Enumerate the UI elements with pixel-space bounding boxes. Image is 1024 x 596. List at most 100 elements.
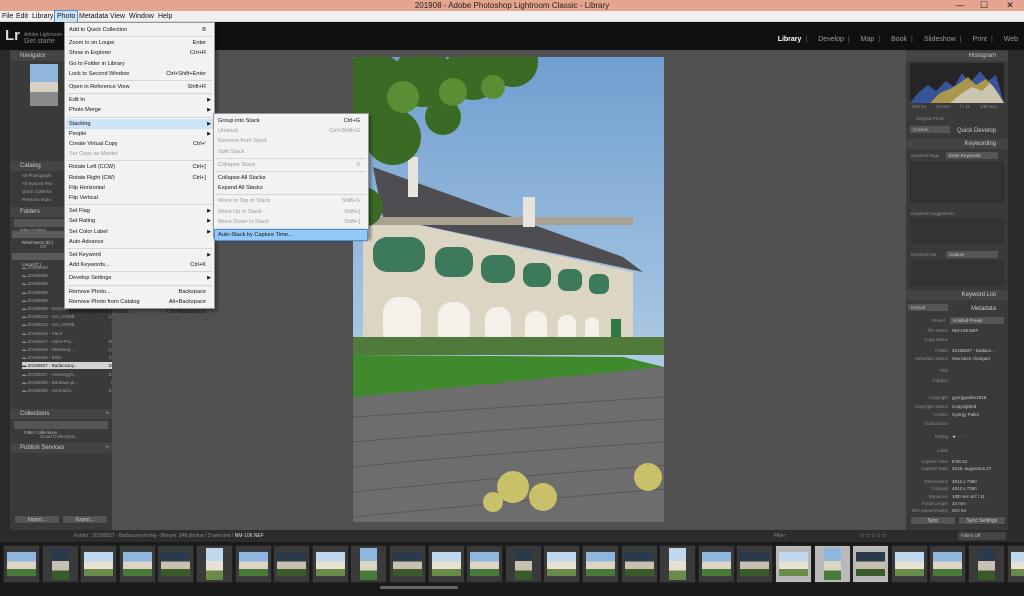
catalog-item[interactable]: All Photograph xyxy=(22,172,52,179)
metadata-value[interactable]: ISO 64 xyxy=(952,508,966,513)
menu-item-set-keyword[interactable]: Set Keyword ▶ xyxy=(66,250,213,260)
menu-item-set-rating[interactable]: Set Rating ▶ xyxy=(66,216,213,226)
module-slideshow[interactable]: Slideshow xyxy=(924,36,956,43)
menu-item-delete-rejected-photos[interactable]: Delete Rejected Photos... Ctrl+Backspace xyxy=(66,307,213,317)
module-book[interactable]: Book xyxy=(891,36,907,43)
maximize-button[interactable]: ☐ xyxy=(972,0,996,11)
filmstrip-thumbnail[interactable] xyxy=(852,545,890,583)
module-map[interactable]: Map xyxy=(861,36,875,43)
filmstrip-thumbnail[interactable] xyxy=(80,545,118,583)
menu-item-go-to-folder-in-library[interactable]: Go to Folder in Library xyxy=(66,59,213,69)
filmstrip-thumbnail[interactable] xyxy=(620,545,658,583)
right-panel-toggle[interactable] xyxy=(1008,50,1024,530)
folder-row[interactable]: ▬ 20190827 - Badacsony...348 xyxy=(22,362,118,370)
metadata-header[interactable]: Metadata xyxy=(956,304,1008,314)
metadata-value[interactable]: 8:06:10 xyxy=(952,459,967,464)
filmstrip-thumbnail[interactable] xyxy=(466,545,504,583)
menu-item-rotate-right-cw[interactable]: Rotate Right (CW) Ctrl+] xyxy=(66,173,213,183)
menu-item-edit-in[interactable]: Edit In ▶ xyxy=(66,95,213,105)
quick-develop-header[interactable]: Quick Develop xyxy=(956,126,1008,136)
filmstrip-thumbnail[interactable] xyxy=(427,545,465,583)
menu-item-lock-to-second-window[interactable]: Lock to Second Window Ctrl+Shift+Enter xyxy=(66,69,213,79)
add-publish-icon[interactable]: + xyxy=(105,443,109,453)
menu-item-remove-photo[interactable]: Remove Photo... Backspace xyxy=(66,287,213,297)
stack-item-collapse-all-stacks[interactable]: Collapse All Stacks xyxy=(215,173,367,183)
filmstrip-thumbnail[interactable] xyxy=(41,545,79,583)
filmstrip-thumbnail[interactable] xyxy=(1006,545,1024,583)
filmstrip-thumbnail[interactable] xyxy=(697,545,735,583)
metadata-value[interactable]: 1/80 sec at f / 11 xyxy=(952,494,985,499)
folder-row[interactable]: ▬ 20190819 - Nürnberg ...124 xyxy=(22,346,118,353)
keyword-set-select[interactable]: Custom xyxy=(946,251,998,258)
sync-settings-button[interactable]: Sync Settings xyxy=(958,516,1006,525)
publish-header[interactable]: Publish Services + xyxy=(10,443,112,453)
module-print[interactable]: Print xyxy=(973,36,987,43)
filmstrip-thumbnail[interactable] xyxy=(775,545,812,583)
filmstrip-thumbnail[interactable] xyxy=(890,545,928,583)
minimize-button[interactable]: — xyxy=(948,0,972,11)
add-collection-icon[interactable]: + xyxy=(105,409,109,419)
folder-row[interactable]: ▬ 20190827 - Veresegyh...515 xyxy=(22,371,118,378)
folder-row[interactable]: ▬ 20190830 - Bauhaus pi...95 xyxy=(22,379,118,386)
filmstrip-source[interactable]: Folder : 20190827 - Badacsonyörmej - Bén… xyxy=(74,533,264,539)
import-button[interactable]: Import... xyxy=(14,515,60,524)
menu-item-add-to-quick-collection[interactable]: Add to Quick Collection B xyxy=(66,25,213,35)
sync-button[interactable]: Sync xyxy=(910,516,956,525)
navigator-thumbnail[interactable] xyxy=(30,64,58,106)
keyword-tags-box[interactable] xyxy=(910,162,1004,202)
menu-file[interactable]: File xyxy=(0,11,15,22)
menu-edit[interactable]: Edit xyxy=(14,11,30,22)
metadata-value[interactable]: Has been changed xyxy=(952,356,990,361)
menu-item-develop-settings[interactable]: Develop Settings ▶ xyxy=(66,273,213,283)
module-library[interactable]: Library xyxy=(778,36,802,43)
menu-item-remove-photo-from-catalog[interactable]: Remove Photo from Catalog Alt+Backspace xyxy=(66,297,213,307)
metadata-preset-select[interactable]: Untitled Preset xyxy=(950,317,1004,324)
menu-item-stacking[interactable]: Stacking ▶ xyxy=(66,118,213,129)
filmstrip-thumbnail[interactable] xyxy=(389,545,426,583)
histogram[interactable] xyxy=(910,63,1004,103)
menu-library[interactable]: Library xyxy=(30,11,55,22)
metadata-value[interactable]: 24 mm xyxy=(952,501,966,506)
stack-item-group-into-stack[interactable]: Group into Stack Ctrl+G xyxy=(215,116,367,126)
menu-item-add-keywords[interactable]: Add Keywords... Ctrl+K xyxy=(66,260,213,270)
folder-row[interactable]: ▬ 20190812 - GO_HOME12 xyxy=(22,321,118,328)
menu-item-rotate-left-ccw[interactable]: Rotate Left (CCW) Ctrl+[ xyxy=(66,162,213,172)
metadata-value[interactable]: György Palkó xyxy=(952,412,979,417)
metadata-value[interactable]: 2019. augusztus 27. xyxy=(952,466,993,471)
filmstrip-thumbnail[interactable] xyxy=(968,545,1005,583)
filmstrip-thumbnail[interactable] xyxy=(311,545,349,583)
folder-row[interactable]: ▬ 20190826 - Bilos311 xyxy=(22,354,118,361)
export-button[interactable]: Export... xyxy=(62,515,108,524)
menu-help[interactable]: Help xyxy=(156,11,174,22)
metadata-value[interactable]: 4912 x 7360 xyxy=(952,479,977,484)
filmstrip-thumbnail[interactable] xyxy=(3,545,40,583)
filmstrip-thumbnail[interactable] xyxy=(157,545,195,583)
filmstrip-thumbnail[interactable] xyxy=(273,545,311,583)
menu-item-flip-vertical[interactable]: Flip Vertical xyxy=(66,193,213,203)
metadata-value[interactable]: NM-106.NEF xyxy=(952,328,978,333)
keyword-list-header[interactable]: Keyword List xyxy=(906,290,1008,300)
menu-metadata[interactable]: Metadata xyxy=(77,11,110,22)
stack-item-expand-all-stacks[interactable]: Expand All Stacks xyxy=(215,183,367,193)
histogram-header[interactable]: Histogram xyxy=(906,51,1008,61)
metadata-view-select[interactable]: Default xyxy=(908,304,948,311)
menu-item-auto-advance[interactable]: Auto Advance xyxy=(66,237,213,247)
menu-item-create-virtual-copy[interactable]: Create Virtual Copy Ctrl+' xyxy=(66,139,213,149)
filmstrip-thumbnail[interactable] xyxy=(196,545,233,583)
rating-filter[interactable]: ☆☆☆☆☆ xyxy=(860,532,887,539)
original-photo-checkbox[interactable]: Original Photo xyxy=(916,116,945,121)
metadata-value[interactable]: 20190827 - Badacs... xyxy=(952,348,995,353)
folder-row[interactable]: ▬ 20190830 - Gimnázíu...310 xyxy=(22,387,118,394)
menu-view[interactable]: View xyxy=(108,11,127,22)
menu-item-open-in-reference-view[interactable]: Open in Reference View Shift+R xyxy=(66,82,213,92)
folder-row[interactable]: ▬ 20190817 - Saint-Priv...853 xyxy=(22,338,118,345)
folder-row[interactable]: ▬ 20190816 - Paris75 xyxy=(22,330,118,337)
filter-preset-select[interactable]: Filters Off xyxy=(958,532,1006,540)
menu-item-set-flag[interactable]: Set Flag ▶ xyxy=(66,206,213,216)
preset-select[interactable]: Custom xyxy=(910,126,950,133)
catalog-item[interactable]: Previous Impo xyxy=(22,196,51,203)
module-develop[interactable]: Develop xyxy=(818,36,844,43)
menu-item-flip-horizontal[interactable]: Flip Horizontal xyxy=(66,183,213,193)
filmstrip-scrollbar[interactable] xyxy=(380,586,458,589)
filmstrip-thumbnail[interactable] xyxy=(929,545,967,583)
